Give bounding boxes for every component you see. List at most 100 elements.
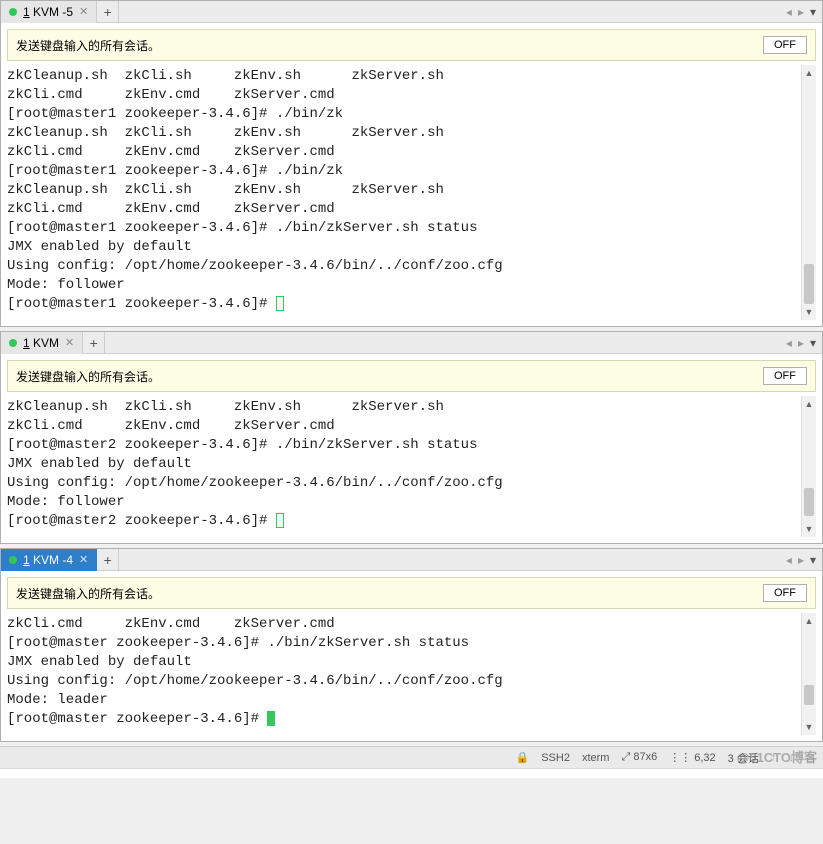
tab-next-icon[interactable]: ▸ — [798, 5, 804, 19]
lock-icon: 🔒 — [516, 751, 530, 764]
terminal-output[interactable]: zkCli.cmd zkEnv.cmd zkServer.cmd[root@ma… — [7, 613, 816, 735]
broadcast-toggle-button[interactable]: OFF — [763, 367, 807, 385]
terminal-line: zkCli.cmd zkEnv.cmd zkServer.cmd — [7, 143, 816, 162]
terminal-pane: 1 KVM -5 ✕ + ◂ ▸ ▾ 发送键盘输入的所有会话。 OFF zkCleanup.sh… — [0, 0, 823, 327]
terminal-line: zkCli.cmd zkEnv.cmd zkServer.cmd — [7, 417, 816, 436]
add-tab-button[interactable]: + — [97, 1, 119, 23]
broadcast-notice: 发送键盘输入的所有会话。 OFF — [7, 360, 816, 392]
status-size: ⤢ 87x6 — [621, 751, 657, 764]
add-tab-button[interactable]: + — [97, 549, 119, 571]
tab-nav: ◂ ▸ ▾ — [786, 549, 816, 571]
notice-text: 发送键盘输入的所有会话。 — [16, 37, 160, 54]
tab-bar: 1 KVM -4 ✕ + ◂ ▸ ▾ — [1, 549, 822, 571]
notice-text: 发送键盘输入的所有会话。 — [16, 585, 160, 602]
terminal-line: [root@master1 zookeeper-3.4.6]# ./bin/zk — [7, 105, 816, 124]
scroll-thumb[interactable] — [804, 685, 814, 705]
scroll-down-icon[interactable]: ▼ — [802, 304, 816, 320]
terminal-line: zkCleanup.sh zkCli.sh zkEnv.sh zkServer.… — [7, 67, 816, 86]
terminal-line: [root@master2 zookeeper-3.4.6]# — [7, 512, 816, 531]
terminal-line: [root@master2 zookeeper-3.4.6]# ./bin/zk… — [7, 436, 816, 455]
session-tab[interactable]: 1 KVM -4 ✕ — [1, 549, 97, 571]
terminal-line: zkCli.cmd zkEnv.cmd zkServer.cmd — [7, 615, 816, 634]
notice-text: 发送键盘输入的所有会话。 — [16, 368, 160, 385]
scrollbar[interactable]: ▲▼ — [801, 65, 816, 320]
scroll-track[interactable] — [802, 412, 816, 521]
scroll-track[interactable] — [802, 81, 816, 304]
session-tab[interactable]: 1 KVM ✕ — [1, 332, 83, 354]
terminal-line: zkCleanup.sh zkCli.sh zkEnv.sh zkServer.… — [7, 124, 816, 143]
tab-label: 1 KVM -4 — [23, 553, 73, 567]
arrow-down-icon[interactable]: ↓ — [788, 752, 794, 764]
terminal-output[interactable]: zkCleanup.sh zkCli.sh zkEnv.sh zkServer.… — [7, 65, 816, 320]
close-icon[interactable]: ✕ — [65, 336, 74, 349]
close-icon[interactable]: ✕ — [79, 553, 88, 566]
status-protocol: SSH2 — [541, 752, 570, 764]
terminal-line: [root@master zookeeper-3.4.6]# ./bin/zkS… — [7, 634, 816, 653]
broadcast-notice: 发送键盘输入的所有会话。 OFF — [7, 29, 816, 61]
scroll-up-icon[interactable]: ▲ — [802, 613, 816, 629]
broadcast-toggle-button[interactable]: OFF — [763, 584, 807, 602]
status-dot-icon — [9, 556, 17, 564]
status-bar: 🔒SSH2xterm⤢ 87x6⋮⋮ 6,323 会话↑↓◻ — [0, 746, 823, 768]
terminal-line: zkCleanup.sh zkCli.sh zkEnv.sh zkServer.… — [7, 181, 816, 200]
terminal-line: [root@master zookeeper-3.4.6]# — [7, 710, 816, 729]
status-dot-icon — [9, 8, 17, 16]
terminal-line: JMX enabled by default — [7, 238, 816, 257]
terminal-line: [root@master1 zookeeper-3.4.6]# — [7, 295, 816, 314]
terminal-line: JMX enabled by default — [7, 653, 816, 672]
terminal-line: Using config: /opt/home/zookeeper-3.4.6/… — [7, 257, 816, 276]
cursor-icon — [276, 513, 284, 528]
scroll-up-icon[interactable]: ▲ — [802, 65, 816, 81]
tab-label: 1 KVM — [23, 336, 59, 350]
tab-nav: ◂ ▸ ▾ — [786, 332, 816, 354]
tab-bar: 1 KVM -5 ✕ + ◂ ▸ ▾ — [1, 1, 822, 23]
tab-nav: ◂ ▸ ▾ — [786, 1, 816, 23]
status-sessions: 3 会话 — [728, 750, 759, 766]
scroll-down-icon[interactable]: ▼ — [802, 521, 816, 537]
terminal-pane: 1 KVM -4 ✕ + ◂ ▸ ▾ 发送键盘输入的所有会话。 OFF zkCli.cmd zk… — [0, 548, 823, 742]
terminal-line: [root@master1 zookeeper-3.4.6]# ./bin/zk — [7, 162, 816, 181]
tab-prev-icon[interactable]: ◂ — [786, 553, 792, 567]
terminal-line: [root@master1 zookeeper-3.4.6]# ./bin/zk… — [7, 219, 816, 238]
tab-menu-icon[interactable]: ▾ — [810, 5, 816, 19]
terminal-wrap: zkCleanup.sh zkCli.sh zkEnv.sh zkServer.… — [7, 396, 816, 537]
tab-label: 1 KVM -5 — [23, 5, 73, 19]
tab-next-icon[interactable]: ▸ — [798, 336, 804, 350]
status-term: xterm — [582, 752, 610, 764]
close-icon[interactable]: ✕ — [79, 5, 88, 18]
scroll-thumb[interactable] — [804, 488, 814, 515]
session-tab[interactable]: 1 KVM -5 ✕ — [1, 1, 97, 23]
bottom-stub — [0, 768, 823, 778]
terminal-line: zkCli.cmd zkEnv.cmd zkServer.cmd — [7, 86, 816, 105]
scroll-thumb[interactable] — [804, 264, 814, 304]
arrow-up-icon[interactable]: ↑ — [771, 752, 777, 764]
square-icon[interactable]: ◻ — [806, 751, 815, 764]
broadcast-notice: 发送键盘输入的所有会话。 OFF — [7, 577, 816, 609]
tab-next-icon[interactable]: ▸ — [798, 553, 804, 567]
terminal-line: zkCleanup.sh zkCli.sh zkEnv.sh zkServer.… — [7, 398, 816, 417]
terminal-output[interactable]: zkCleanup.sh zkCli.sh zkEnv.sh zkServer.… — [7, 396, 816, 537]
status-dot-icon — [9, 339, 17, 347]
cursor-icon — [267, 711, 275, 726]
tab-prev-icon[interactable]: ◂ — [786, 336, 792, 350]
tab-prev-icon[interactable]: ◂ — [786, 5, 792, 19]
terminal-line: JMX enabled by default — [7, 455, 816, 474]
scroll-down-icon[interactable]: ▼ — [802, 719, 816, 735]
scrollbar[interactable]: ▲▼ — [801, 613, 816, 735]
broadcast-toggle-button[interactable]: OFF — [763, 36, 807, 54]
scrollbar[interactable]: ▲▼ — [801, 396, 816, 537]
terminal-wrap: zkCli.cmd zkEnv.cmd zkServer.cmd[root@ma… — [7, 613, 816, 735]
add-tab-button[interactable]: + — [83, 332, 105, 354]
tab-menu-icon[interactable]: ▾ — [810, 553, 816, 567]
terminal-line: Mode: leader — [7, 691, 816, 710]
resize-icon: ⤢ — [621, 751, 633, 763]
terminal-line: Using config: /opt/home/zookeeper-3.4.6/… — [7, 672, 816, 691]
scroll-up-icon[interactable]: ▲ — [802, 396, 816, 412]
terminal-wrap: zkCleanup.sh zkCli.sh zkEnv.sh zkServer.… — [7, 65, 816, 320]
terminal-line: Using config: /opt/home/zookeeper-3.4.6/… — [7, 474, 816, 493]
terminal-line: zkCli.cmd zkEnv.cmd zkServer.cmd — [7, 200, 816, 219]
tab-menu-icon[interactable]: ▾ — [810, 336, 816, 350]
scroll-track[interactable] — [802, 629, 816, 719]
terminal-pane: 1 KVM ✕ + ◂ ▸ ▾ 发送键盘输入的所有会话。 OFF zkCleanup.sh zk… — [0, 331, 823, 544]
grid-icon: ⋮⋮ — [669, 752, 694, 764]
